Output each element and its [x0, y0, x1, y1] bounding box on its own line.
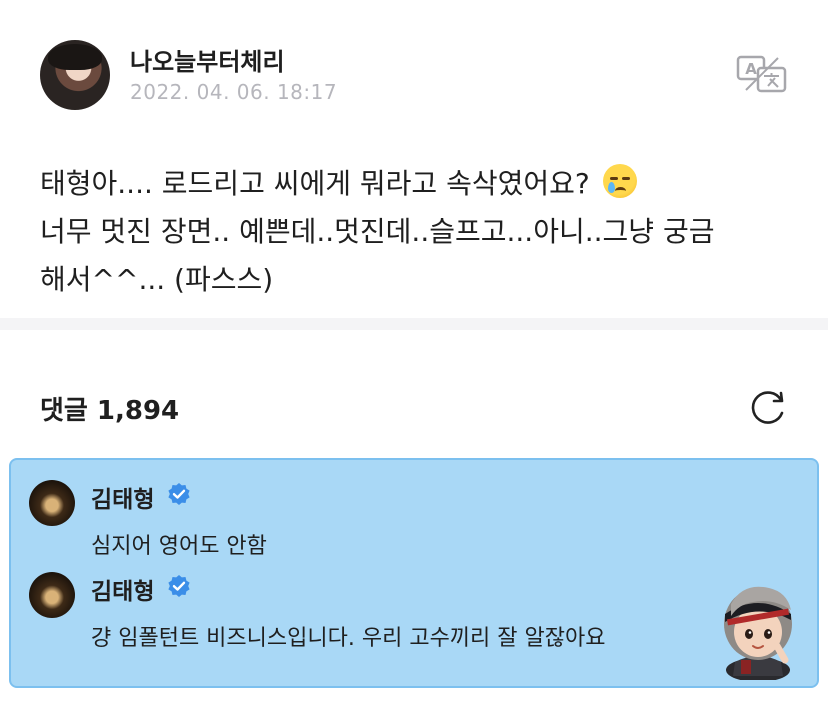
refresh-icon[interactable]	[748, 386, 790, 428]
crying-face-emoji	[602, 164, 637, 198]
svg-text:A: A	[745, 60, 757, 78]
post-date: 2022. 04. 06. 18:17	[130, 80, 338, 104]
artist-reply-box: 김태형 심지어 영어도 안함 김태형 걍 임폴턴트 비즈니스입니다. 우리 고수…	[9, 458, 819, 688]
author-name[interactable]: 나오늘부터체리	[130, 42, 285, 77]
artist-avatar[interactable]	[29, 480, 75, 526]
post-header: 나오늘부터체리 2022. 04. 06. 18:17 A	[40, 40, 800, 112]
artist-reply-text: 심지어 영어도 안함	[91, 534, 267, 559]
translate-icon[interactable]: A	[736, 54, 788, 94]
post-line-1-text: 태형아.... 로드리고 씨에게 뭐라고 속삭였어요?	[40, 167, 590, 200]
artist-name[interactable]: 김태형	[91, 480, 154, 514]
artist-reply-text: 걍 임폴턴트 비즈니스입니다. 우리 고수끼리 잘 알잖아요	[91, 626, 606, 651]
artist-name[interactable]: 김태형	[91, 572, 154, 606]
verified-badge-icon	[168, 575, 190, 597]
verified-badge-icon	[168, 483, 190, 505]
post-line-2: 너무 멋진 장면.. 예쁜데..멋진데..슬프고...아니..그냥 궁금	[40, 215, 715, 248]
post-body: 태형아.... 로드리고 씨에게 뭐라고 속삭였어요? 너무 멋진 장면.. 예…	[40, 160, 800, 304]
comments-count[interactable]: 댓글 1,894	[40, 390, 179, 427]
artist-avatar[interactable]	[29, 572, 75, 618]
post-line-3: 해서^^... (파스스)	[40, 263, 274, 296]
author-avatar[interactable]	[40, 40, 110, 110]
character-sticker	[724, 586, 792, 680]
comments-header: 댓글 1,894	[40, 386, 790, 430]
post-line-1: 태형아.... 로드리고 씨에게 뭐라고 속삭였어요?	[40, 160, 800, 208]
section-divider	[0, 318, 828, 330]
